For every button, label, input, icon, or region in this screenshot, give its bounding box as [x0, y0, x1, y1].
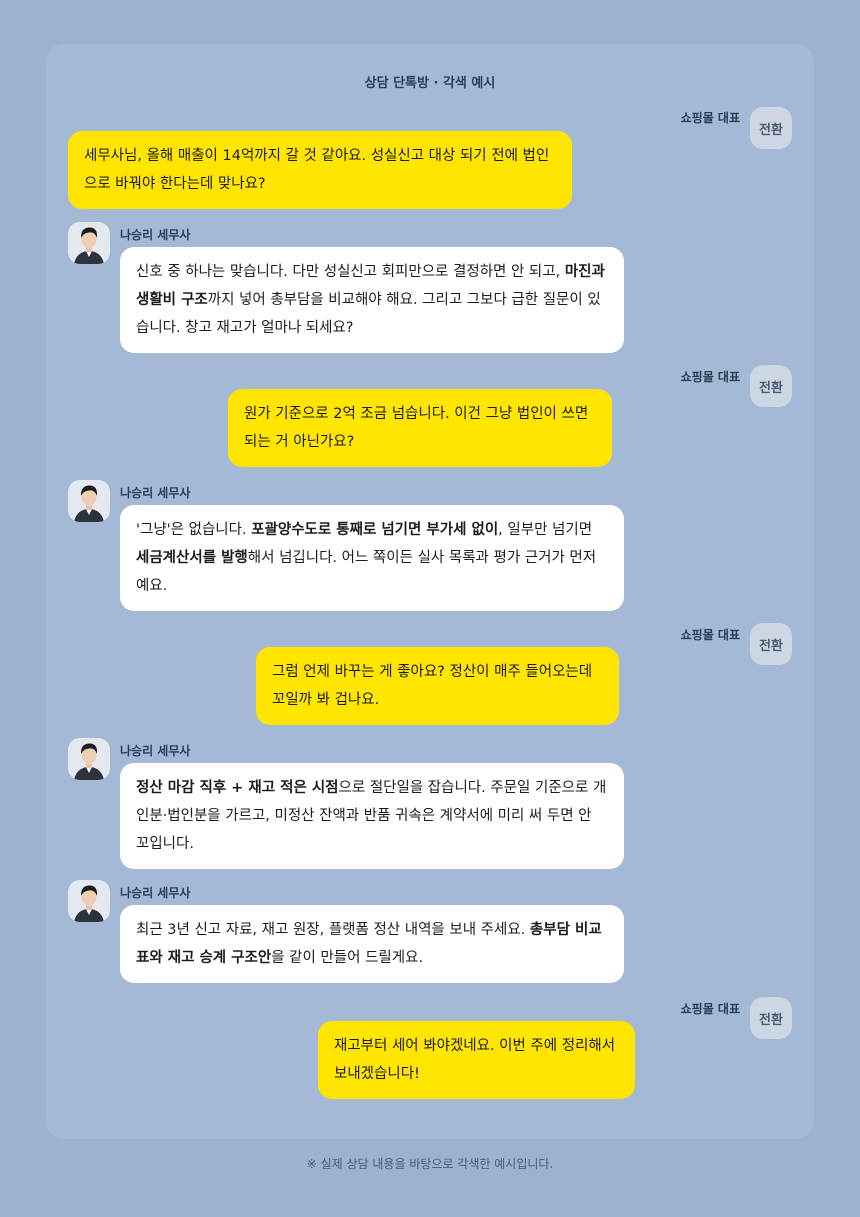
message-bubble-tax[interactable]: '그냥'은 없습니다. 포괄양수도로 통째로 넘기면 부가세 없이, 일부만 넘… — [120, 505, 624, 611]
message-bubble-tax[interactable]: 최근 3년 신고 자료, 재고 원장, 플랫폼 정산 내역을 보내 주세요. 총… — [120, 905, 624, 983]
person-avatar-icon[interactable] — [68, 222, 110, 264]
sender-name-ceo: 쇼핑몰 대표 — [680, 628, 740, 642]
chat-title: 상담 단톡방 · 각색 예시 — [364, 76, 496, 91]
message-text: 을 같이 만들어 드릴게요. — [271, 950, 424, 966]
message-emphasis: 세금계산서를 발행 — [136, 550, 248, 566]
message-bubble-ceo[interactable]: 원가 기준으로 2억 조금 넘습니다. 이건 그냥 법인이 쓰면 되는 거 아닌… — [228, 389, 612, 467]
message-text: 원가 기준으로 2억 조금 넘습니다. 이건 그냥 법인이 쓰면 되는 거 아닌… — [244, 406, 589, 450]
ceo-avatar[interactable]: 전환 — [750, 107, 792, 149]
message-emphasis: 포괄양수도로 통째로 넘기면 부가세 없이 — [251, 522, 499, 538]
sender-name-ceo: 쇼핑몰 대표 — [680, 111, 740, 125]
ceo-avatar[interactable]: 전환 — [750, 997, 792, 1039]
message-text: 그럼 언제 바꾸는 게 좋아요? 정산이 매주 들어오는데 꼬일까 봐 겁나요. — [272, 664, 593, 708]
message-emphasis: 정산 마감 직후 + 재고 적은 시점 — [136, 780, 339, 796]
sender-name-ceo: 쇼핑몰 대표 — [680, 1002, 740, 1016]
message-text: 신호 중 하나는 맞습니다. 다만 성실신고 회피만으로 결정하면 안 되고, — [136, 264, 565, 280]
sender-name-tax: 나승리 세무사 — [120, 228, 191, 242]
sender-name-tax: 나승리 세무사 — [120, 486, 191, 500]
message-text: , 일부만 넘기면 — [498, 522, 593, 538]
ceo-avatar[interactable]: 전환 — [750, 623, 792, 665]
message-text: 재고부터 세어 봐야겠네요. 이번 주에 정리해서 보내겠습니다! — [334, 1038, 616, 1082]
sender-name-tax: 나승리 세무사 — [120, 886, 191, 900]
message-bubble-tax[interactable]: 정산 마감 직후 + 재고 적은 시점으로 절단일을 잡습니다. 주문일 기준으… — [120, 763, 624, 869]
message-bubble-ceo[interactable]: 그럼 언제 바꾸는 게 좋아요? 정산이 매주 들어오는데 꼬일까 봐 겁나요. — [256, 647, 619, 725]
message-bubble-ceo[interactable]: 세무사님, 올해 매출이 14억까지 갈 것 같아요. 성실신고 대상 되기 전… — [68, 131, 572, 209]
sender-name-ceo: 쇼핑몰 대표 — [680, 370, 740, 384]
message-text: 세무사님, 올해 매출이 14억까지 갈 것 같아요. 성실신고 대상 되기 전… — [84, 148, 550, 192]
ceo-avatar[interactable]: 전환 — [750, 365, 792, 407]
person-avatar-icon[interactable] — [68, 480, 110, 522]
message-text: 최근 3년 신고 자료, 재고 원장, 플랫폼 정산 내역을 보내 주세요. — [136, 922, 530, 938]
person-avatar-icon[interactable] — [68, 880, 110, 922]
message-text: '그냥'은 없습니다. — [136, 522, 252, 538]
footnote: ※ 실제 상담 내용을 바탕으로 각색한 예시입니다. — [306, 1157, 554, 1171]
message-bubble-ceo[interactable]: 재고부터 세어 봐야겠네요. 이번 주에 정리해서 보내겠습니다! — [318, 1021, 635, 1099]
sender-name-tax: 나승리 세무사 — [120, 744, 191, 758]
person-avatar-icon[interactable] — [68, 738, 110, 780]
message-bubble-tax[interactable]: 신호 중 하나는 맞습니다. 다만 성실신고 회피만으로 결정하면 안 되고, … — [120, 247, 624, 353]
